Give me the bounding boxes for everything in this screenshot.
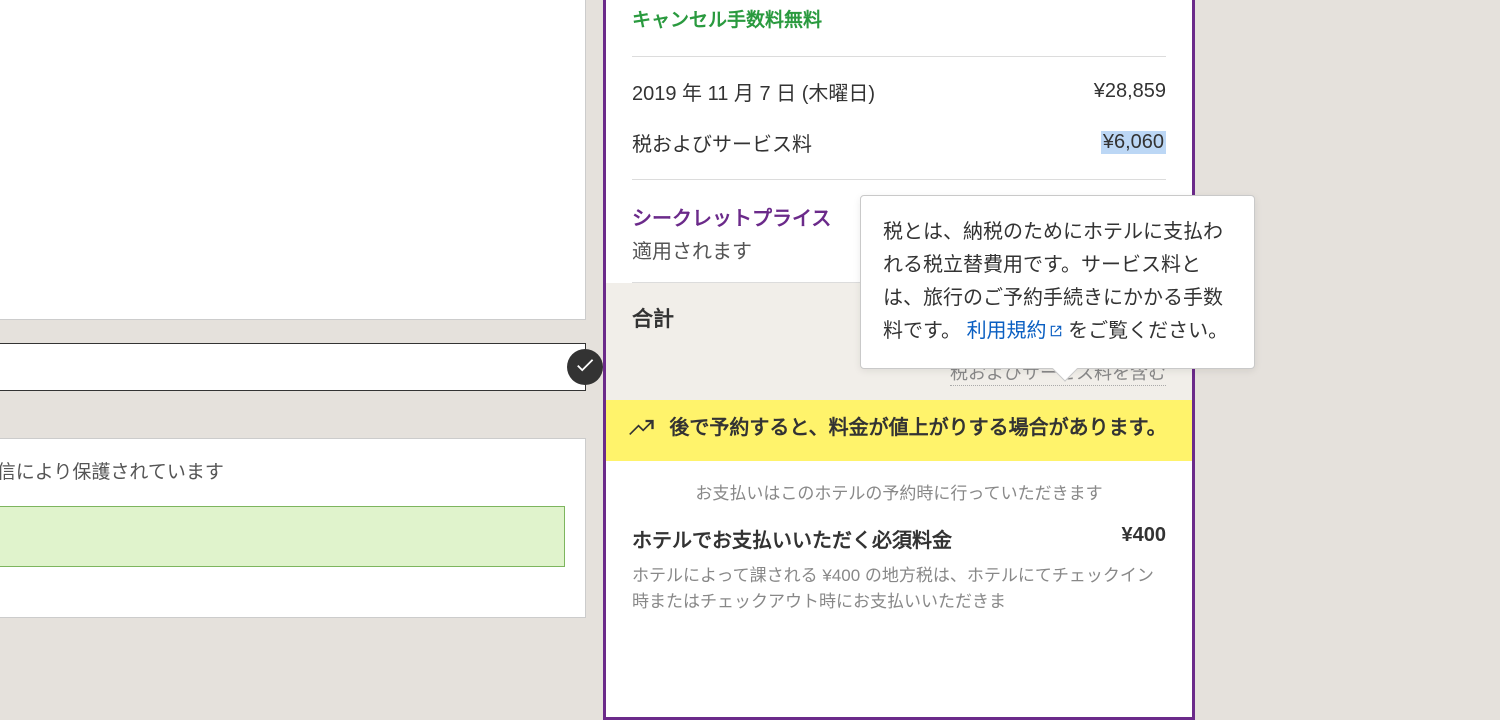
free-cancellation-label: キャンセル手数料無料 <box>632 5 1166 32</box>
tooltip-body-tail: をご覧ください。 <box>1068 320 1228 342</box>
tax-value[interactable]: ¥6,060 <box>1101 131 1166 154</box>
hotel-fee-value: ¥400 <box>1122 524 1167 553</box>
external-link-icon <box>1049 316 1063 330</box>
check-icon <box>574 354 596 381</box>
details-card-top <box>0 0 586 320</box>
ssl-text: 様のご予約は SSL 暗号化通信により保護されています <box>0 457 565 484</box>
night-price-row: 2019 年 11 月 7 日 (木曜日) ¥28,859 <box>632 57 1166 112</box>
hotel-fee-block: ホテルでお支払いいただく必須料金 ¥400 ホテルによって課される ¥400 の… <box>606 514 1192 614</box>
ssl-card: 様のご予約は SSL 暗号化通信により保護されています 今すぐご予約ください。 <box>0 438 586 618</box>
trending-up-icon <box>628 418 656 447</box>
payment-note: お支払いはこのホテルの予約時に行っていただきます <box>606 461 1192 514</box>
tax-label: 税およびサービス料 <box>632 128 812 157</box>
terms-link[interactable]: 利用規約 <box>967 320 1063 342</box>
total-label: 合計 <box>632 303 674 333</box>
left-column: ございます。今すぐご予約を ! 様のご予約は SSL 暗号化通信により保護されて… <box>0 0 586 695</box>
tax-row: 税およびサービス料 ¥6,060 <box>632 112 1166 179</box>
price-increase-warning: 後で予約すると、料金が値上がりする場合があります。 <box>606 400 1192 461</box>
price-warning-text: 後で予約すると、料金が値上がりする場合があります。 <box>666 414 1170 443</box>
hotel-fee-label: ホテルでお支払いいただく必須料金 <box>632 524 952 553</box>
book-now-callout: 今すぐご予約ください。 <box>0 506 565 567</box>
night-date-label: 2019 年 11 月 7 日 (木曜日) <box>632 77 875 106</box>
check-badge <box>567 349 603 385</box>
tax-tooltip: 税とは、納税のためにホテルに支払われる税立替費用です。サービス料とは、旅行のご予… <box>860 195 1255 369</box>
terms-link-text: 利用規約 <box>967 320 1047 342</box>
booking-banner: ございます。今すぐご予約を ! <box>0 343 586 391</box>
hotel-fee-description: ホテルによって課される ¥400 の地方税は、ホテルにてチェックイン時またはチェ… <box>632 563 1166 614</box>
night-price-value: ¥28,859 <box>1094 80 1166 103</box>
